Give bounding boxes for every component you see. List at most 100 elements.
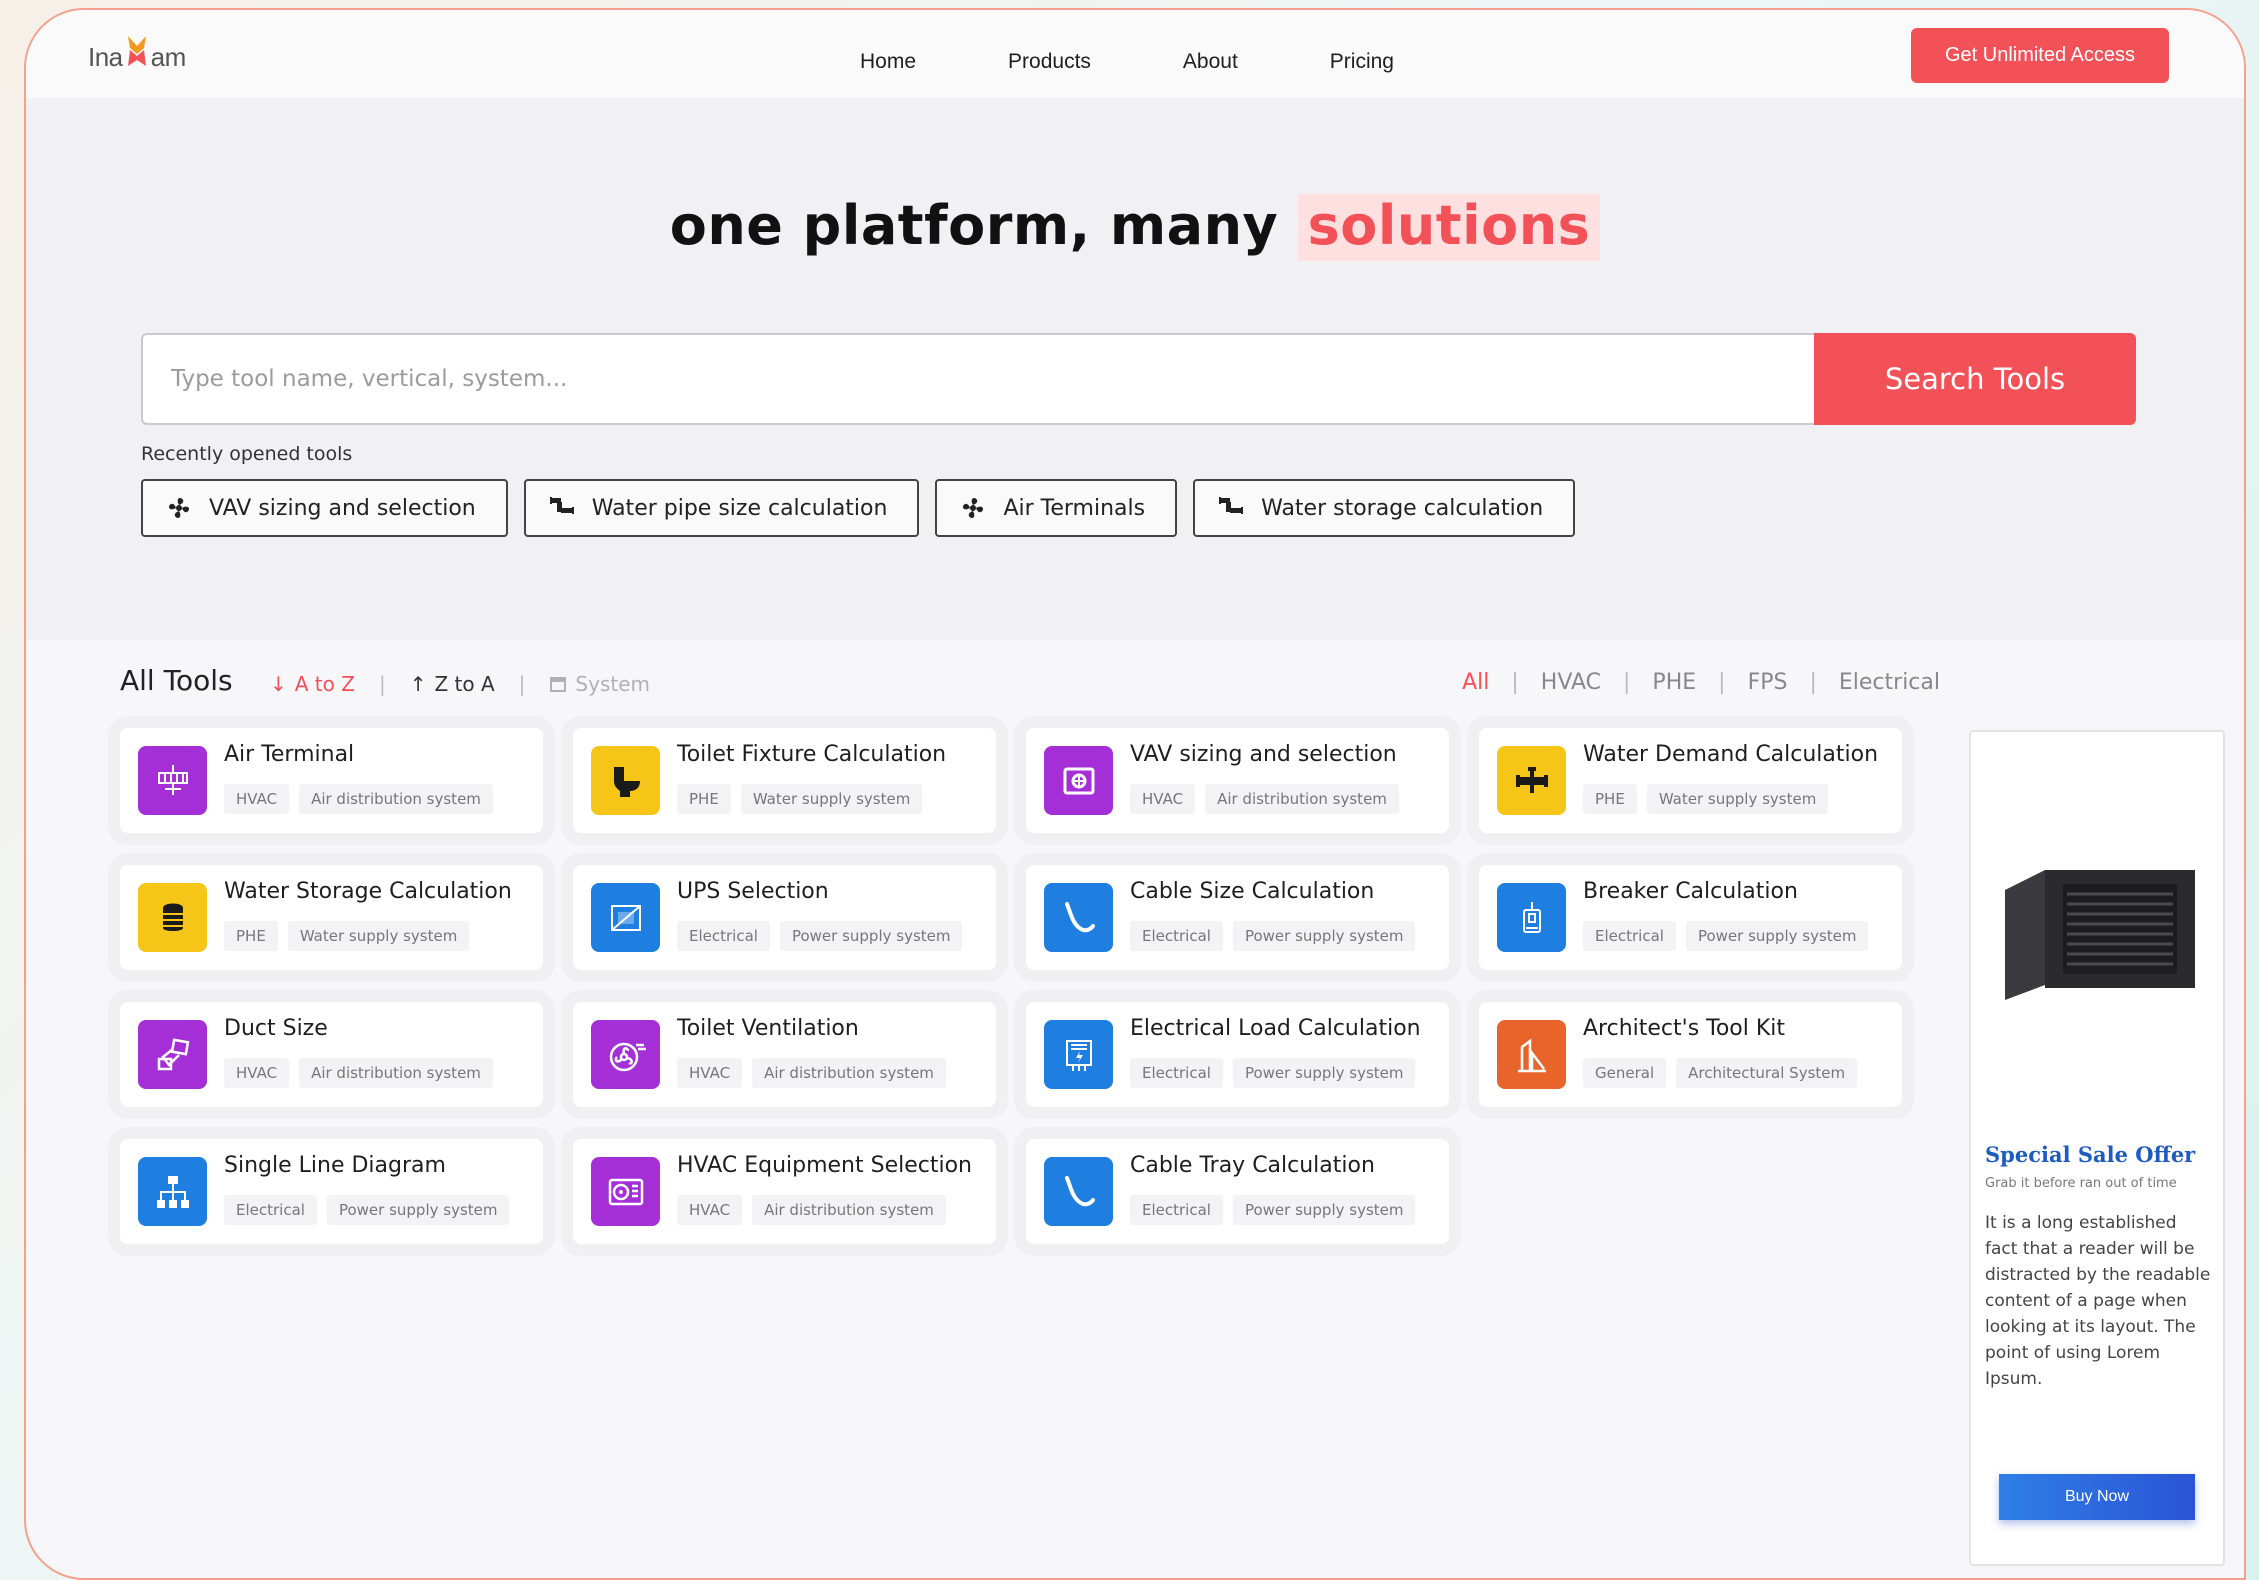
calendar-icon [550,677,567,692]
tool-tags: Electrical Power supply system [677,921,963,951]
top-header: Ina am Home Products About Pricing Get U… [26,10,2244,98]
tool-name: Electrical Load Calculation [1130,1016,1421,1041]
nav-home[interactable]: Home [860,50,916,74]
pipe-icon [549,497,574,514]
filter-electrical[interactable]: Electrical [1839,670,1940,695]
filter-phe[interactable]: PHE [1652,670,1696,695]
sort-label: A to Z [294,672,355,696]
tool-card[interactable]: Breaker Calculation Electrical Power sup… [1479,865,1902,970]
headline-highlight: solutions [1297,194,1601,261]
tag-vertical: HVAC [1130,784,1196,814]
tool-card[interactable]: Cable Tray Calculation Electrical Power … [1026,1139,1449,1244]
tag-vertical: Electrical [1583,921,1676,951]
tag-system: Air distribution system [299,1058,493,1088]
tool-name: Air Terminal [224,742,355,767]
tool-tags: PHE Water supply system [1583,784,1829,814]
hvac-product-image [2005,870,2195,1000]
tool-card[interactable]: Architect's Tool Kit General Architectur… [1479,1002,1902,1107]
divider: | [1623,670,1631,695]
sort-label: Z to A [434,672,495,696]
chip-label: Water pipe size calculation [591,495,888,521]
tool-name: Toilet Fixture Calculation [677,742,947,767]
tool-tags: HVAC Air distribution system [1130,784,1399,814]
tool-name: UPS Selection [677,879,829,904]
page-headline: one platform, many solutions [26,194,2244,261]
tool-card[interactable]: Cable Size Calculation Electrical Power … [1026,865,1449,970]
tool-tags: PHE Water supply system [224,921,470,951]
tag-system: Power supply system [779,921,963,951]
recent-chip-vav[interactable]: VAV sizing and selection [141,479,508,537]
filter-hvac[interactable]: HVAC [1541,670,1601,695]
cable-icon [1044,1157,1113,1226]
tool-tags: Electrical Power supply system [224,1195,510,1225]
tool-card[interactable]: Toilet Fixture Calculation PHE Water sup… [573,728,996,833]
sort-a-to-z[interactable]: ↓ A to Z [270,672,355,696]
tool-card[interactable]: Single Line Diagram Electrical Power sup… [120,1139,543,1244]
tool-card[interactable]: Water Demand Calculation PHE Water suppl… [1479,728,1902,833]
tool-card[interactable]: Toilet Ventilation HVAC Air distribution… [573,1002,996,1107]
all-tools-title: All Tools [120,664,233,697]
promo-card: Special Sale Offer Grab it before ran ou… [1969,730,2225,1566]
recent-chip-water-pipe[interactable]: Water pipe size calculation [523,479,920,537]
pipe-icon [1219,497,1244,514]
tag-vertical: General [1583,1058,1667,1088]
nav-about[interactable]: About [1183,50,1238,74]
cable-icon [1044,883,1113,952]
search-bar: Search Tools [141,333,2136,425]
tool-name: Single Line Diagram [224,1153,446,1178]
tag-vertical: PHE [1583,784,1637,814]
water-tank-icon [138,883,207,952]
nav-pricing[interactable]: Pricing [1330,50,1394,74]
logo[interactable]: Ina am [88,36,186,74]
sort-controls: ↓ A to Z | ↑ Z to A | System [270,672,650,696]
nav-products[interactable]: Products [1008,50,1091,74]
tool-card[interactable]: Water Storage Calculation PHE Water supp… [120,865,543,970]
arrow-up-icon: ↑ [409,672,427,696]
promo-title: Special Sale Offer [1985,1142,2196,1167]
filter-fps[interactable]: FPS [1748,670,1788,695]
sort-system[interactable]: System [549,672,650,696]
main-nav: Home Products About Pricing [860,50,1394,74]
sort-z-to-a[interactable]: ↑ Z to A [410,672,495,696]
tag-system: Air distribution system [1205,784,1399,814]
tool-tags: General Architectural System [1583,1058,1858,1088]
tool-card[interactable]: Duct Size HVAC Air distribution system [120,1002,543,1107]
ventilation-fan-icon [591,1020,660,1089]
buy-now-button[interactable]: Buy Now [1999,1474,2195,1520]
tag-vertical: PHE [677,784,731,814]
tag-vertical: HVAC [224,1058,290,1088]
divider: | [1511,670,1519,695]
vav-box-icon [1044,746,1113,815]
tool-card[interactable]: HVAC Equipment Selection HVAC Air distri… [573,1139,996,1244]
divider: | [1718,670,1726,695]
tool-card[interactable]: Air Terminal HVAC Air distribution syste… [120,728,543,833]
tag-vertical: Electrical [1130,1195,1223,1225]
tag-system: Architectural System [1676,1058,1858,1088]
tool-tags: HVAC Air distribution system [677,1195,946,1225]
get-unlimited-access-button[interactable]: Get Unlimited Access [1911,28,2169,83]
electrical-panel-icon [1044,1020,1113,1089]
recent-chip-water-storage[interactable]: Water storage calculation [1193,479,1576,537]
tool-tags: HVAC Air distribution system [677,1058,946,1088]
tag-vertical: Electrical [677,921,770,951]
tool-card[interactable]: VAV sizing and selection HVAC Air distri… [1026,728,1449,833]
tool-name: Water Demand Calculation [1583,742,1879,767]
ups-icon [591,883,660,952]
diagram-icon [138,1157,207,1226]
fan-icon [168,497,190,519]
tool-card[interactable]: UPS Selection Electrical Power supply sy… [573,865,996,970]
search-input[interactable] [171,357,1771,401]
chip-label: Water storage calculation [1261,495,1544,521]
search-tools-button[interactable]: Search Tools [1814,333,2136,425]
tag-system: Power supply system [326,1195,510,1225]
tag-vertical: Electrical [224,1195,317,1225]
recent-chip-air-terminals[interactable]: Air Terminals [935,479,1178,537]
tag-vertical: HVAC [224,784,290,814]
hero-section: one platform, many solutions Search Tool… [26,98,2244,640]
tool-card[interactable]: Electrical Load Calculation Electrical P… [1026,1002,1449,1107]
tool-tags: Electrical Power supply system [1130,921,1416,951]
toilet-icon [591,746,660,815]
filter-all[interactable]: All [1462,670,1489,695]
faucet-icon [1497,746,1566,815]
tag-system: Power supply system [1232,1195,1416,1225]
